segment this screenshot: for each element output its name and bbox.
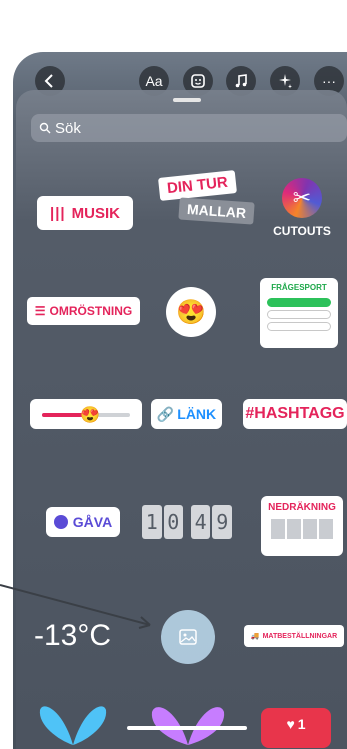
clock-digit: 1 [142,505,162,539]
purple-butterfly-sticker[interactable] [148,700,228,745]
food-order-sticker[interactable]: 🚚 MATBESTÄLLNINGAR [244,625,344,647]
story-editor: Aa ··· Sök ||| MUSIK DIN TUR MALLAR ✂ CU… [13,52,347,749]
music-sticker-label: MUSIK [71,204,120,222]
search-placeholder: Sök [55,119,81,137]
like-count-sticker[interactable]: ♥ 1 [261,708,331,748]
poll-sticker[interactable]: ☰ OMRÖSTNING [27,297,140,325]
clock-digit: 9 [212,505,232,539]
your-turn-sticker[interactable]: DIN TUR MALLAR [153,170,255,246]
back-icon [44,74,53,88]
heart-eyes-emoji-icon: 😍 [80,407,100,424]
clock-digit: 0 [163,505,184,539]
cutouts-sticker[interactable]: ✂ CUTOUTS [264,170,340,246]
more-icon: ··· [322,73,336,89]
quiz-label: FRÅGESPORT [271,283,327,292]
emoji-slider-reaction-sticker[interactable]: 😍 [166,287,216,337]
temperature-sticker[interactable]: -13°C [34,614,134,658]
music-bars-icon: ||| [50,204,66,222]
quiz-option [267,310,331,319]
emoji-slider-sticker[interactable]: 😍 [30,399,142,429]
effects-icon [279,74,292,89]
cutouts-label: CUTOUTS [273,224,331,238]
music-icon [235,74,247,88]
templates-label: MALLAR [178,197,255,225]
text-icon: Aa [145,73,163,89]
link-label: LÄNK [177,406,217,422]
sheet-grabber[interactable] [173,98,201,102]
countdown-sticker[interactable]: NEDRÄKNING [261,496,343,556]
search-input[interactable]: Sök [31,114,347,142]
sticker-icon [191,74,205,88]
heart-icon: ♥ [286,716,295,732]
hashtag-label: #HASHTAGG [245,405,345,422]
hashtag-sticker[interactable]: #HASHTAGG [243,399,347,429]
sticker-tray: Sök ||| MUSIK DIN TUR MALLAR ✂ CUTOUTS ☰… [16,90,347,749]
gift-label: GÅVA [72,514,113,530]
music-sticker[interactable]: ||| MUSIK [37,196,133,230]
like-count: 1 [297,716,306,732]
time-sticker[interactable]: 1 0 4 9 [142,505,234,539]
clock-digit: 4 [190,505,211,539]
link-icon: 🔗 [156,405,175,422]
temperature-label: -13°C [34,619,112,652]
scissors-icon: ✂ [282,178,322,218]
quiz-option [267,298,331,307]
countdown-label: NEDRÄKNING [268,502,336,513]
your-turn-label: DIN TUR [158,170,237,201]
gift-sticker[interactable]: GÅVA [46,507,120,537]
heart-eyes-emoji-icon: 😍 [176,298,206,326]
photo-sticker[interactable] [161,610,215,664]
blue-butterfly-sticker[interactable] [38,700,108,745]
home-indicator [127,726,247,730]
delivery-truck-icon: 🚚 [250,633,260,640]
left-margin [0,0,13,749]
gift-heart-icon [53,515,68,529]
search-icon [39,122,51,134]
poll-icon: ☰ [34,304,46,318]
poll-label: OMRÖSTNING [49,304,133,318]
image-icon [179,629,197,645]
countdown-boxes [270,519,334,539]
link-sticker[interactable]: 🔗 LÄNK [151,399,222,429]
food-order-label: MATBESTÄLLNINGAR [262,632,338,640]
quiz-option [267,322,331,331]
quiz-sticker[interactable]: FRÅGESPORT [260,278,338,348]
